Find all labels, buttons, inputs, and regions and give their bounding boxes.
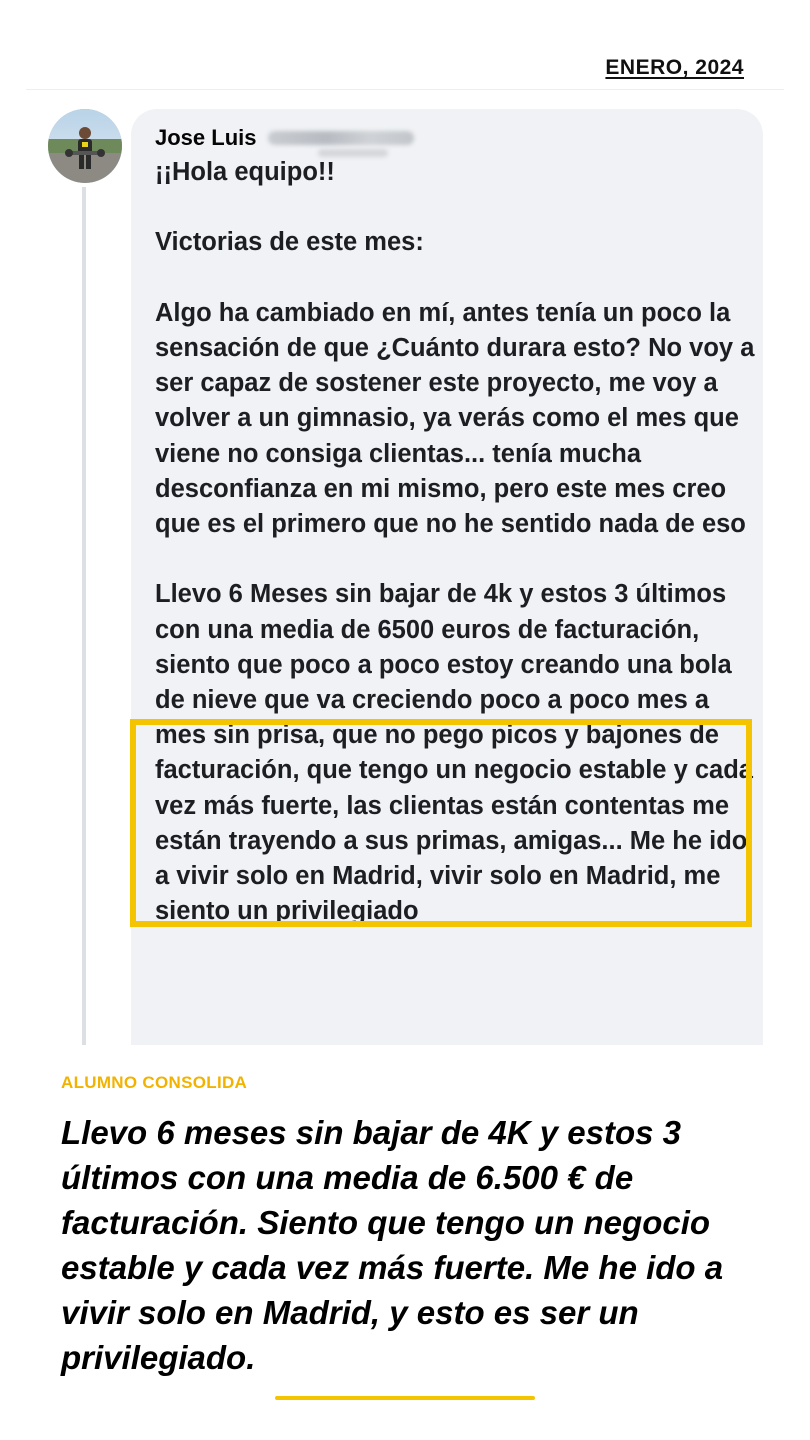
thread-line: [82, 187, 86, 1045]
testimonial-label: ALUMNO CONSOLIDA: [61, 1073, 248, 1092]
blurred-surname: [268, 131, 415, 145]
author-name[interactable]: Jose Luis: [155, 125, 256, 151]
header-divider: [26, 89, 784, 90]
user-photo-icon: [48, 109, 122, 183]
testimonial-quote: Llevo 6 meses sin bajar de 4K y estos 3 …: [61, 1114, 724, 1376]
comment-heading: Victorias de este mes:: [155, 228, 424, 257]
date-heading: ENERO, 2024: [605, 56, 744, 79]
bottom-divider: [275, 1396, 535, 1400]
highlight-box: [130, 719, 752, 927]
comment-greeting: ¡¡Hola equipo!!: [155, 158, 335, 186]
avatar[interactable]: [48, 109, 122, 183]
comment-screenshot: Jose Luis ¡¡Hola equipo!! Victorias de e…: [0, 105, 810, 1045]
comment-paragraph: Algo ha cambiado en mí, antes tenía un p…: [155, 298, 755, 538]
